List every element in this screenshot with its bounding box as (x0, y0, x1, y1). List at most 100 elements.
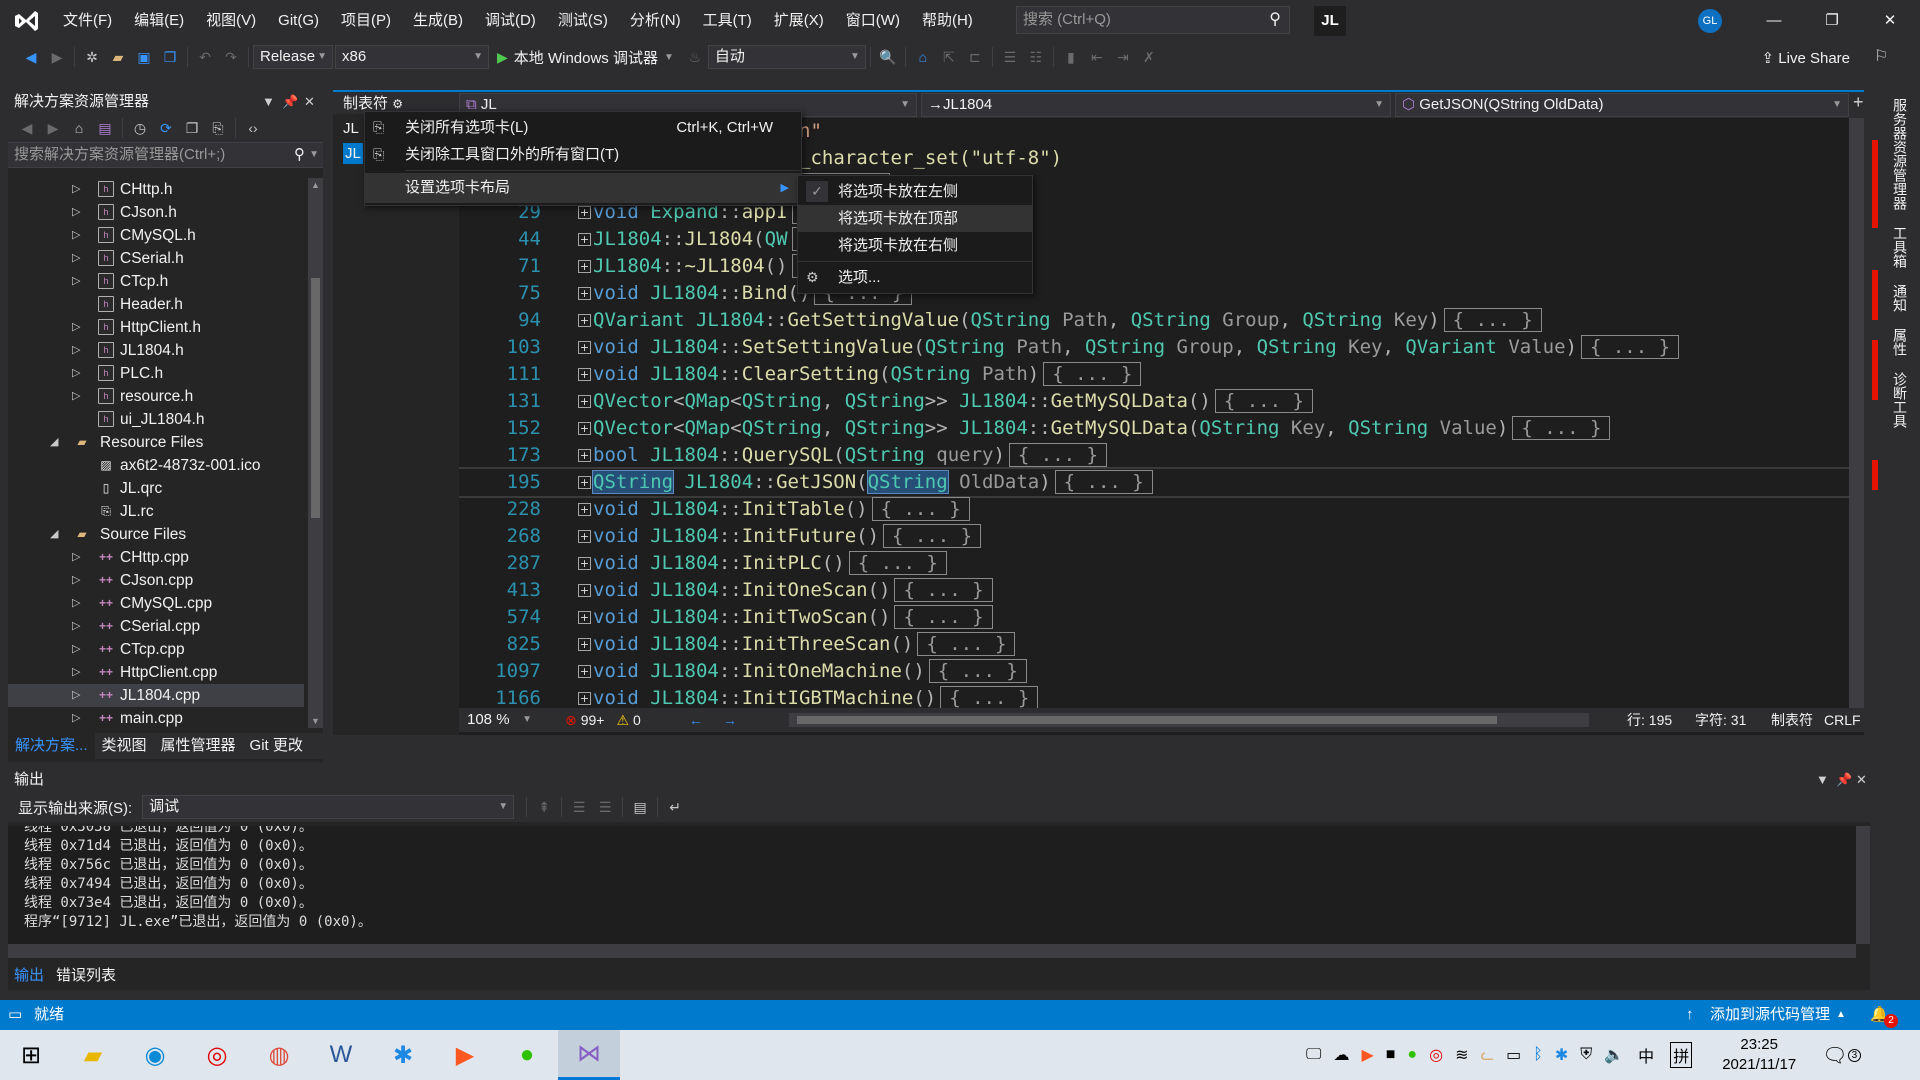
tree-item[interactable]: ▷ ++ CSerial.cpp (8, 615, 304, 638)
code-line[interactable]: 71+JL1804::~JL1804(){ ... } (459, 253, 1849, 280)
code-line[interactable]: 1166 + void JL1804::InitIGBTMachine(){ ...… (459, 685, 1849, 708)
expand-region-icon[interactable]: + (578, 530, 591, 543)
ime-mode[interactable]: 拼 (1670, 1042, 1693, 1068)
prev-message-icon[interactable]: ☰ (568, 796, 590, 818)
back-icon[interactable]: ◀ (20, 46, 42, 68)
output-h-scrollbar[interactable] (8, 944, 1856, 958)
clear-all-icon[interactable]: ▤ (629, 796, 651, 818)
menu-item-tab-layout[interactable]: 设置选项卡布局 ▶ (365, 173, 801, 203)
menu-1[interactable]: 编辑(E) (123, 0, 195, 42)
collapsed-region[interactable]: { ... } (848, 551, 947, 575)
word-icon[interactable]: W (310, 1030, 372, 1080)
format-icon[interactable]: ⊏ (964, 46, 986, 68)
restore-button[interactable]: ❐ (1803, 0, 1861, 42)
collapsed-region[interactable]: { ... } (917, 632, 1016, 656)
open-file-icon[interactable]: ▰ (107, 46, 129, 68)
output-scrollbar[interactable] (1856, 826, 1870, 944)
expand-icon[interactable]: ▷ (72, 661, 80, 684)
live-share-button[interactable]: ⇪ Live Share (1762, 49, 1850, 67)
expand-icon[interactable]: ▷ (72, 615, 80, 638)
pin-icon[interactable]: 📌 (1836, 768, 1852, 792)
search-input[interactable]: 搜索 (Ctrl+Q) ⚲ (1016, 6, 1290, 34)
expand-region-icon[interactable]: + (578, 476, 591, 489)
bluetooth-icon[interactable]: ᛒ (1533, 1046, 1543, 1064)
code-line[interactable]: 44+JL1804::JL1804(QW{ ... } (459, 226, 1849, 253)
collapse-icon[interactable]: ◢ (50, 431, 58, 454)
code-line[interactable]: 195 + QString JL1804::GetJSON(QString OldD… (459, 467, 1849, 498)
class-dropdown[interactable]: →JL1804 ▼ (921, 93, 1391, 117)
solution-scrollbar[interactable]: ▲ ▼ (308, 178, 323, 728)
show-all-files-icon[interactable]: ⎘ (207, 117, 229, 139)
close-icon[interactable]: ✕ (304, 90, 315, 114)
configuration-select[interactable]: Release ▼ (253, 45, 333, 69)
tree-item[interactable]: ▷ h CSerial.h (8, 247, 304, 270)
scroll-down-icon[interactable]: ▼ (311, 716, 320, 726)
solution-config-select[interactable]: 自动 ▼ (707, 45, 866, 69)
code-area[interactable]: n" _character_set("utf-8") 9+void Expand… (459, 118, 1849, 708)
expand-region-icon[interactable]: + (578, 368, 591, 381)
menu-11[interactable]: 窗口(W) (835, 0, 911, 42)
code-line[interactable]: 131 + QVector<QMap<QString, QString>> JL18… (459, 388, 1849, 415)
word-wrap-icon[interactable]: ↵ (664, 796, 686, 818)
wifi-icon[interactable]: ≋ (1455, 1045, 1468, 1065)
uncomment-icon[interactable]: ☷ (1025, 46, 1047, 68)
code-line[interactable]: 574 + void JL1804::InitTwoScan(){ ... } (459, 604, 1849, 631)
code-line[interactable]: 268 + void JL1804::InitFuture(){ ... } (459, 523, 1849, 550)
side-tab-2[interactable]: 通知 (1890, 276, 1910, 320)
tree-item[interactable]: ▷ h HttpClient.h (8, 316, 304, 339)
side-tab-1[interactable]: 工具箱 (1890, 218, 1910, 276)
bookmark-icon[interactable]: ▮ (1060, 46, 1082, 68)
chrome-icon[interactable]: ◍ (248, 1030, 310, 1080)
hot-reload-icon[interactable]: ♨ (684, 46, 706, 68)
app-tray-icon[interactable]: ■ (1386, 1046, 1396, 1064)
expand-region-icon[interactable]: + (578, 395, 591, 408)
side-tab-0[interactable]: 服务器资源管理器 (1890, 90, 1910, 218)
ime-language[interactable]: 中 (1638, 1043, 1654, 1067)
error-count[interactable]: 99+ (581, 712, 605, 728)
collapsed-region[interactable]: { ... } (1214, 389, 1313, 413)
output-text[interactable]: 线程 0x3038 已退出，返回值为 0 (0x0)。 线程 0x71d4 已退出… (8, 826, 1856, 944)
editor-horizontal-scrollbar[interactable] (789, 713, 1589, 727)
menu-3[interactable]: Git(G) (267, 0, 330, 42)
expand-region-icon[interactable]: + (578, 233, 591, 246)
sync-icon[interactable]: ⟳ (155, 117, 177, 139)
code-line[interactable]: 825 + void JL1804::InitThreeScan(){ ... } (459, 631, 1849, 658)
step-icon[interactable]: ⇱ (938, 46, 960, 68)
expand-icon[interactable]: ▷ (72, 270, 80, 293)
tree-item[interactable]: ▷ h resource.h (8, 385, 304, 408)
tree-item[interactable]: ▷ ++ CTcp.cpp (8, 638, 304, 661)
cat-icon[interactable]: ᓚ (1480, 1045, 1494, 1065)
side-tab-3[interactable]: 属性 (1890, 320, 1910, 364)
wechat-tray-icon[interactable]: ● (1407, 1046, 1417, 1064)
code-line[interactable]: 75+void JL1804::Bind(){ ... } (459, 280, 1849, 307)
back-icon[interactable]: ◀ (16, 117, 38, 139)
volume-icon[interactable]: 🔈 (1604, 1045, 1624, 1065)
redo-icon[interactable]: ↷ (220, 46, 242, 68)
onedrive-icon[interactable]: ☁ (1333, 1045, 1349, 1065)
code-view-icon[interactable]: ‹› (242, 117, 264, 139)
action-center-icon[interactable]: 🗨 (1822, 1043, 1847, 1068)
netease-music-icon[interactable]: ◎ (186, 1030, 248, 1080)
expand-icon[interactable]: ▷ (72, 339, 80, 362)
tree-item[interactable]: ◢ ▰ Resource Files (8, 431, 304, 454)
avatar[interactable]: GL (1698, 9, 1722, 33)
tab-0[interactable]: 解决方案... (8, 733, 95, 759)
start-debugging-button[interactable]: ▶ 本地 Windows 调试器 ▼ (497, 47, 674, 68)
collapsed-region[interactable]: { ... } (1443, 308, 1542, 332)
menu-item-tabs-right[interactable]: 将选项卡放在右侧 (798, 232, 1032, 259)
tree-item[interactable]: ▨ ax6t2-4873z-001.ico (8, 454, 304, 477)
forward-icon[interactable]: ▶ (42, 117, 64, 139)
code-line[interactable]: 228 + void JL1804::InitTable(){ ... } (459, 496, 1849, 523)
code-line[interactable]: 1097 + void JL1804::InitOneMachine(){ ... … (459, 658, 1849, 685)
expand-icon[interactable]: ▷ (72, 546, 80, 569)
app-star-icon[interactable]: ✱ (372, 1030, 434, 1080)
collapsed-region[interactable]: { ... } (1008, 443, 1107, 467)
scroll-up-icon[interactable]: ▲ (311, 180, 320, 190)
app-star-tray-icon[interactable]: ✱ (1555, 1045, 1568, 1065)
expand-icon[interactable]: ▷ (72, 224, 80, 247)
eol-indicator[interactable]: CRLF (1824, 712, 1861, 728)
dropdown-icon[interactable]: ▼ (262, 90, 275, 114)
visual-studio-taskbar-icon[interactable]: ⋈ (558, 1030, 620, 1080)
expand-icon[interactable]: ▷ (72, 362, 80, 385)
expand-icon[interactable]: ▷ (72, 178, 80, 201)
